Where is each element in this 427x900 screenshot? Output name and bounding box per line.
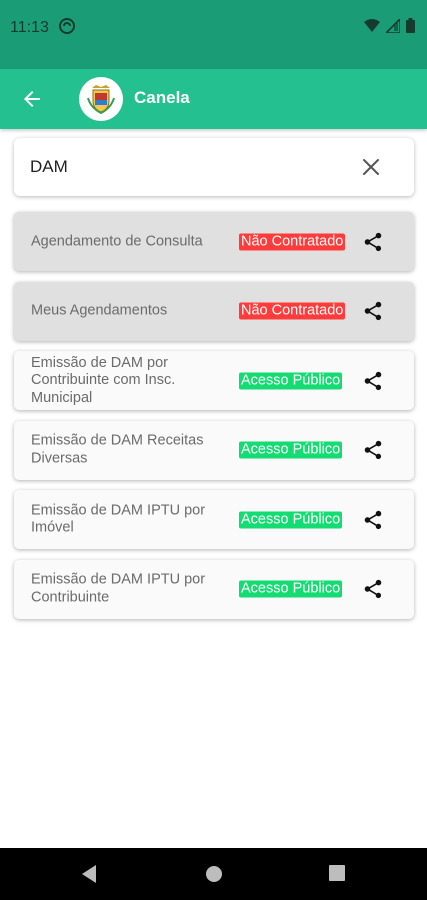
app-title: Canela bbox=[134, 88, 190, 107]
share-icon[interactable] bbox=[362, 578, 384, 600]
municipal-crest-logo bbox=[79, 77, 123, 121]
share-icon[interactable] bbox=[362, 370, 384, 392]
status-badge: Acesso Público bbox=[239, 441, 343, 459]
sync-icon bbox=[59, 18, 75, 34]
arrow-left-icon[interactable] bbox=[20, 87, 44, 111]
item-label: Emissão de DAM IPTU por Imóvel bbox=[31, 502, 206, 536]
search-input[interactable] bbox=[30, 152, 350, 182]
share-icon[interactable] bbox=[362, 439, 384, 461]
recents-square-icon[interactable] bbox=[328, 864, 346, 882]
list-item[interactable]: Agendamento de Consulta Não Contratado bbox=[14, 212, 414, 271]
status-badge: Acesso Público bbox=[239, 511, 343, 528]
list-item[interactable]: Emissão de DAM IPTU por Contribuinte Ace… bbox=[14, 559, 414, 619]
item-label: Agendamento de Consulta bbox=[31, 232, 203, 249]
search-box bbox=[14, 138, 414, 196]
app-bar: Canela bbox=[0, 69, 427, 129]
list-item[interactable]: Meus Agendamentos Não Contratado bbox=[14, 281, 414, 341]
status-badge: Acesso Público bbox=[239, 372, 343, 389]
list-item[interactable]: Emissão de DAM IPTU por Imóvel Acesso Pú… bbox=[14, 490, 414, 549]
service-list: Agendamento de Consulta Não Contratado M… bbox=[14, 212, 414, 629]
item-label: Meus Agendamentos bbox=[31, 302, 168, 319]
status-badge: Acesso Público bbox=[239, 580, 343, 598]
status-badge: Não Contratado bbox=[239, 302, 346, 320]
close-icon[interactable] bbox=[362, 158, 380, 176]
item-label: Emissão de DAM IPTU por Contribuinte bbox=[31, 571, 206, 606]
navigation-bar bbox=[0, 848, 427, 900]
wifi-icon bbox=[364, 18, 380, 32]
crest-icon bbox=[87, 85, 115, 114]
list-item[interactable]: Emissão de DAM por Contribuinte com Insc… bbox=[14, 351, 414, 410]
item-label: Emissão de DAM Receitas Diversas bbox=[31, 432, 204, 467]
system-icons bbox=[364, 18, 415, 33]
item-label: Emissão de DAM por Contribuinte com Insc… bbox=[31, 354, 176, 406]
battery-icon bbox=[406, 18, 415, 33]
status-badge: Não Contratado bbox=[239, 233, 346, 250]
home-circle-icon[interactable] bbox=[204, 864, 224, 884]
back-triangle-icon[interactable] bbox=[80, 864, 98, 884]
share-icon[interactable] bbox=[362, 231, 384, 253]
share-icon[interactable] bbox=[362, 509, 384, 531]
status-bar: 11:13 bbox=[0, 0, 427, 69]
status-time: 11:13 bbox=[10, 19, 49, 36]
signal-icon bbox=[386, 18, 400, 33]
list-item[interactable]: Emissão de DAM Receitas Diversas Acesso … bbox=[14, 420, 414, 480]
share-icon[interactable] bbox=[362, 300, 384, 322]
